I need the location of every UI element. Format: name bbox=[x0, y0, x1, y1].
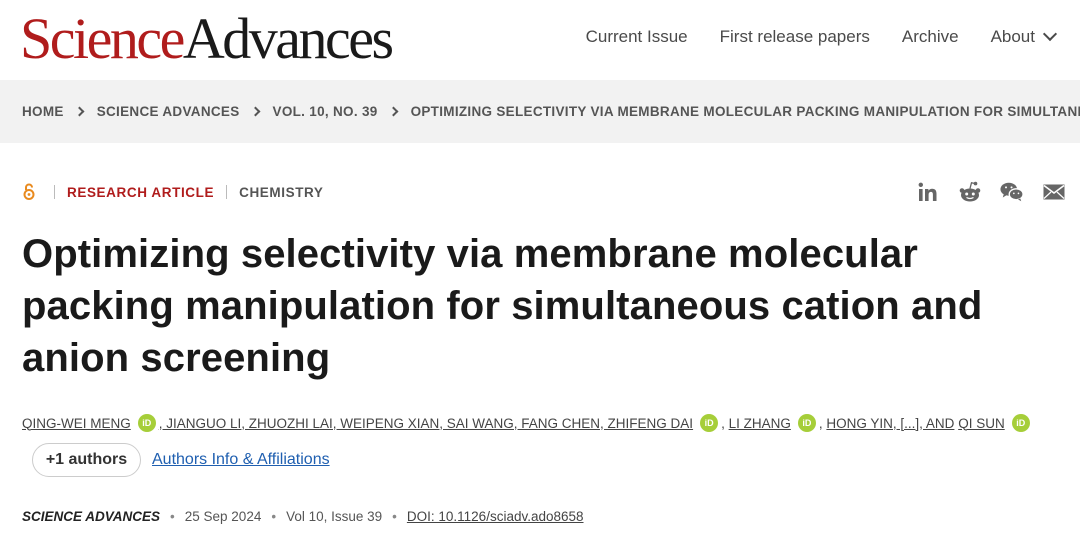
publication-info: SCIENCE ADVANCES • 25 Sep 2024 • Vol 10,… bbox=[22, 509, 584, 524]
wechat-icon[interactable] bbox=[1000, 180, 1024, 204]
email-icon[interactable] bbox=[1042, 180, 1066, 204]
chevron-right-icon bbox=[74, 106, 85, 117]
chevron-right-icon bbox=[388, 106, 399, 117]
article-title: Optimizing selectivity via membrane mole… bbox=[22, 232, 983, 380]
chevron-down-icon bbox=[1042, 26, 1058, 42]
author-separator: , bbox=[818, 415, 823, 431]
orcid-icon[interactable]: iD bbox=[797, 414, 816, 432]
more-authors-button[interactable]: +1 authors bbox=[32, 443, 141, 477]
breadcrumb-home[interactable]: HOME bbox=[22, 104, 64, 119]
author-link[interactable]: LI ZHANG bbox=[729, 416, 791, 431]
author-separator: , bbox=[721, 415, 725, 431]
journal-name: SCIENCE ADVANCES bbox=[22, 509, 161, 524]
article-meta: RESEARCH ARTICLE CHEMISTRY bbox=[22, 183, 324, 201]
main-nav: Current Issue First release papers Archi… bbox=[586, 26, 1058, 47]
separator-dot: • bbox=[271, 509, 277, 524]
separator-dot: • bbox=[392, 509, 397, 524]
site-header: ScienceAdvances Current Issue First rele… bbox=[0, 0, 1080, 80]
divider bbox=[54, 185, 55, 199]
author-link[interactable]: QING-WEI MENG bbox=[22, 416, 131, 431]
chevron-right-icon bbox=[250, 106, 260, 117]
orcid-icon[interactable]: iD bbox=[137, 414, 156, 432]
nav-about[interactable]: About bbox=[990, 26, 1058, 47]
science-advances-logo[interactable]: ScienceAdvances bbox=[20, 8, 394, 70]
orcid-icon[interactable]: iD bbox=[1011, 414, 1030, 432]
open-access-icon bbox=[23, 183, 35, 200]
publication-date: 25 Sep 2024 bbox=[184, 509, 262, 524]
author-link[interactable]: HONG YIN, [...], AND bbox=[826, 416, 954, 431]
author-link[interactable]: QI SUN bbox=[958, 416, 1005, 431]
breadcrumb-journal[interactable]: SCIENCE ADVANCES bbox=[97, 104, 240, 119]
breadcrumb: HOME SCIENCE ADVANCES VOL. 10, NO. 39 OP… bbox=[22, 104, 1080, 119]
nav-archive[interactable]: Archive bbox=[902, 27, 959, 47]
nav-first-release-papers[interactable]: First release papers bbox=[720, 27, 870, 47]
share-bar bbox=[916, 180, 1066, 204]
doi-link[interactable]: DOI: 10.1126/sciadv.ado8658 bbox=[407, 509, 584, 524]
author-list: QING-WEI MENG iD , JIANGUO LI, ZHUOZHI L… bbox=[22, 414, 1033, 432]
reddit-icon[interactable] bbox=[958, 180, 982, 204]
author-link[interactable]: , JIANGUO LI, ZHUOZHI LAI, WEIPENG XIAN,… bbox=[159, 416, 693, 431]
breadcrumb-bar: HOME SCIENCE ADVANCES VOL. 10, NO. 39 OP… bbox=[0, 80, 1080, 143]
article-type[interactable]: RESEARCH ARTICLE bbox=[67, 185, 214, 200]
nav-current-issue[interactable]: Current Issue bbox=[586, 27, 688, 47]
divider bbox=[226, 185, 228, 199]
breadcrumb-issue[interactable]: VOL. 10, NO. 39 bbox=[273, 104, 378, 119]
separator-dot: • bbox=[170, 509, 175, 524]
article-subject[interactable]: CHEMISTRY bbox=[239, 185, 323, 200]
breadcrumb-current: OPTIMIZING SELECTIVITY VIA MEMBRANE MOLE… bbox=[410, 104, 1080, 119]
authors-info-link[interactable]: Authors Info & Affiliations bbox=[152, 451, 330, 469]
nav-about-label: About bbox=[990, 27, 1035, 46]
linkedin-icon[interactable] bbox=[916, 180, 940, 204]
volume-issue[interactable]: Vol 10, Issue 39 bbox=[286, 509, 382, 524]
orcid-icon[interactable]: iD bbox=[700, 414, 719, 432]
